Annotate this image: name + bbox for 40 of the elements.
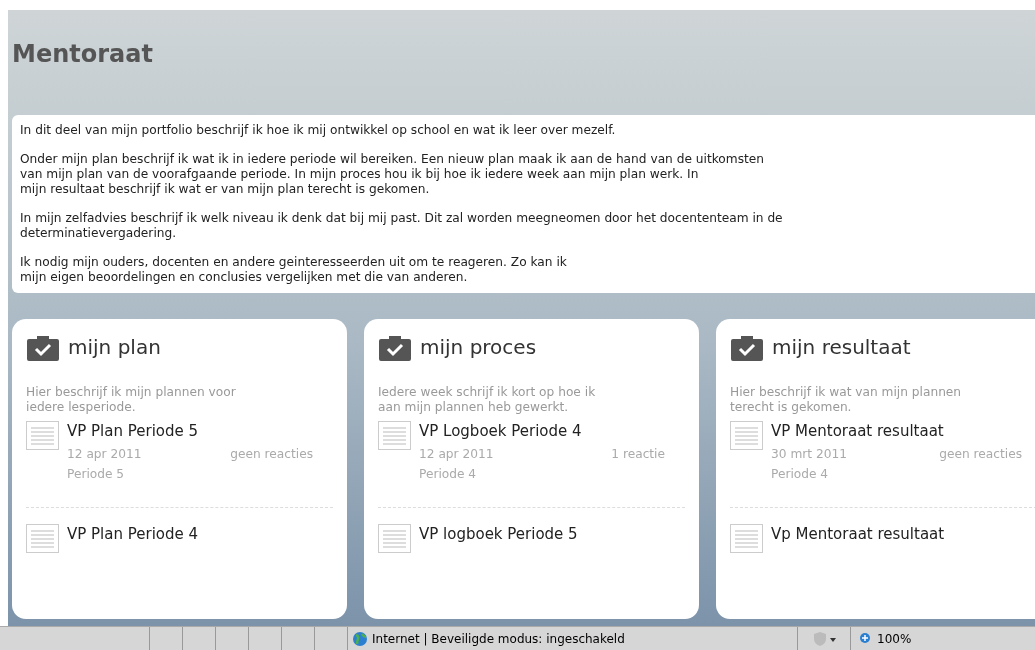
entry-link[interactable]: VP logboek Periode 5 — [419, 524, 685, 544]
card-title: mijn plan — [68, 335, 161, 359]
card-title: mijn resultaat — [772, 335, 911, 359]
card-description: Hier beschrijf ik mijn plannen voor iedere lesperiode. — [26, 385, 237, 415]
card-description: Iedere week schrijf ik kort op hoe ik aan mijn plannen heb gewerkt. — [378, 385, 597, 415]
entry-link[interactable]: VP Plan Periode 4 — [67, 524, 333, 544]
shield-icon[interactable] — [811, 630, 837, 647]
entry-reactions: geen reacties — [939, 447, 1022, 461]
card-title: mijn proces — [420, 335, 537, 359]
document-icon — [730, 421, 763, 450]
document-icon — [378, 524, 411, 553]
entry-reactions: 1 reactie — [611, 447, 665, 461]
page-title: Mentoraat — [12, 40, 154, 70]
zone-text: Internet | Beveiligde modus: ingeschakeld — [372, 631, 625, 646]
entry-reactions: geen reacties — [230, 447, 313, 461]
intro-paragraph: In mijn zelfadvies beschrijf ik welk niveau ik denk dat bij mij past. Dit zal worden meegneomen door het docententeam in de determinatievergadering. — [20, 211, 784, 241]
clipboard-check-icon — [378, 333, 412, 361]
document-icon — [26, 421, 59, 450]
document-icon — [378, 421, 411, 450]
entry-link[interactable]: VP Plan Periode 5 — [67, 421, 333, 441]
entry-period: Periode 5 — [67, 467, 126, 481]
entry-link[interactable]: VP Mentoraat resultaat — [771, 421, 1035, 441]
document-icon — [730, 524, 763, 553]
clipboard-check-icon — [26, 333, 60, 361]
globe-icon — [352, 630, 368, 647]
entry-date: 30 mrt 2011 — [771, 447, 847, 461]
card-description: Hier beschrijf ik wat van mijn plannen terecht is gekomen. — [730, 385, 963, 415]
intro-paragraph: Onder mijn plan beschrijf ik wat ik in iedere periode wil bereiken. Een nieuw plan maak ik aan de hand van de uitkomsten van mijn plan van de voorafgaande periode. In mijn proces hou ik bij hoe ik iedere week aan mijn plan werk. In mijn resultaat beschrijf ik wat er van mijn plan terecht is gekomen. — [20, 152, 765, 197]
zoom-level[interactable]: 100% — [877, 631, 912, 646]
entry-link[interactable]: Vp Mentoraat resultaat — [771, 524, 1035, 544]
entry-period: Periode 4 — [419, 467, 478, 481]
entry-date: 12 apr 2011 — [419, 447, 494, 461]
entry-link[interactable]: VP Logboek Periode 4 — [419, 421, 685, 441]
intro-paragraph: In dit deel van mijn portfolio beschrijf ik hoe ik mij ontwikkel op school en wat ik leer over mezelf. — [20, 123, 617, 138]
entry-date: 12 apr 2011 — [67, 447, 142, 461]
document-icon — [26, 524, 59, 553]
clipboard-check-icon — [730, 333, 764, 361]
zoom-icon — [859, 631, 873, 646]
entry-period: Periode 4 — [771, 467, 830, 481]
intro-paragraph: Ik nodig mijn ouders, docenten en andere geinteresseerden uit om te reageren. Zo kan ik mijn eigen beoordelingen en conclusies vergelijken met die van anderen. — [20, 255, 568, 285]
